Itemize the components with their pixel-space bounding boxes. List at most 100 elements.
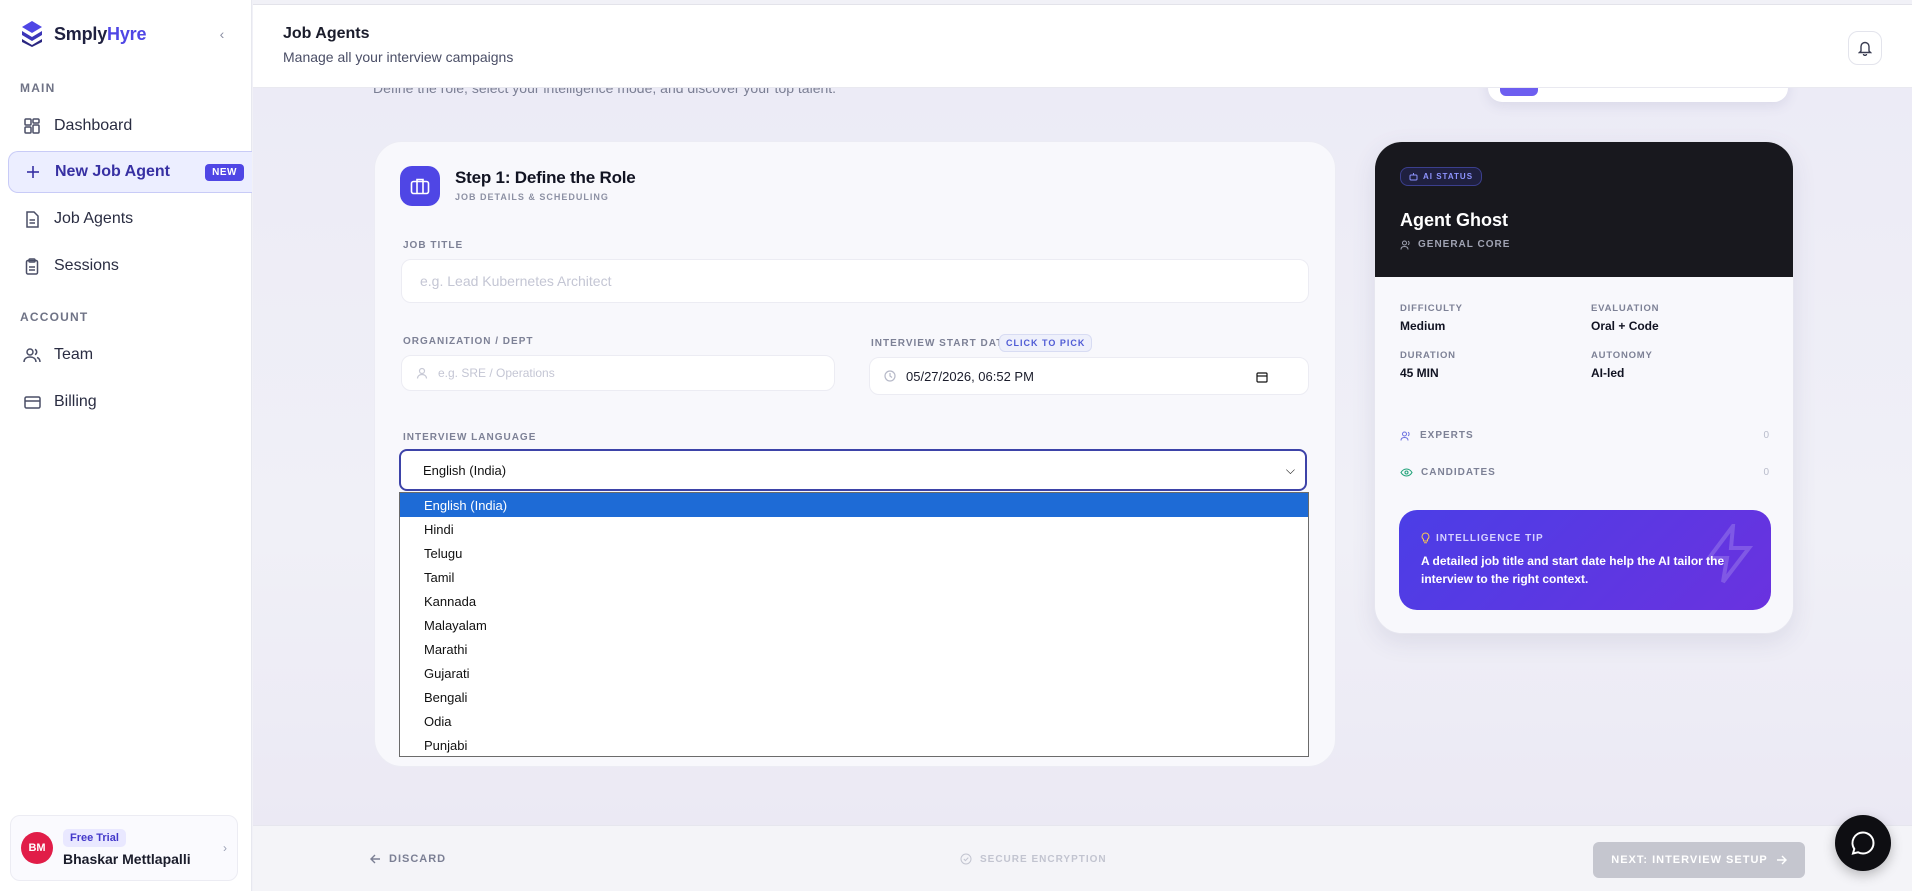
discard-label: DISCARD	[389, 853, 447, 865]
org-label: ORGANIZATION / DEPT	[403, 336, 534, 347]
notifications-button[interactable]	[1848, 31, 1882, 65]
experts-row: EXPERTS 0	[1400, 430, 1770, 441]
sidebar-item-billing[interactable]: Billing	[8, 381, 252, 423]
chat-button[interactable]	[1835, 815, 1891, 871]
user-profile-card[interactable]: BM Free Trial Bhaskar Mettlapalli ›	[10, 815, 238, 881]
language-option[interactable]: Bengali	[400, 685, 1308, 709]
agent-core-text: GENERAL CORE	[1418, 239, 1511, 250]
bell-icon	[1858, 41, 1872, 56]
agent-name: Agent Ghost	[1400, 210, 1508, 230]
language-option[interactable]: English (India)	[400, 493, 1308, 517]
start-date-value: 05/27/2026, 06:52 PM	[906, 368, 1034, 384]
document-icon	[22, 209, 42, 229]
ai-status-badge: AI STATUS	[1400, 167, 1483, 186]
collapse-sidebar-icon[interactable]: ‹	[214, 24, 230, 44]
language-option[interactable]: Malayalam	[400, 613, 1308, 637]
sidebar-item-label: Team	[54, 346, 94, 363]
brand-logo-icon	[22, 21, 42, 47]
language-label: INTERVIEW LANGUAGE	[403, 432, 537, 443]
action-footer: DISCARD SECURE ENCRYPTION NEXT: INTERVIE…	[253, 825, 1912, 891]
experts-count: 0	[1763, 430, 1770, 441]
duration-label: DURATION	[1400, 350, 1456, 361]
sidebar-item-label: Dashboard	[54, 117, 133, 134]
language-option[interactable]: Punjabi	[400, 733, 1308, 757]
sidebar-item-label: Job Agents	[54, 210, 134, 227]
next-label: NEXT: INTERVIEW SETUP	[1611, 854, 1768, 866]
step-subtitle: JOB DETAILS & SCHEDULING	[455, 192, 609, 202]
language-option[interactable]: Marathi	[400, 637, 1308, 661]
shield-check-icon	[960, 853, 972, 865]
language-selected-value: English (India)	[423, 462, 507, 478]
bot-icon	[1409, 172, 1418, 180]
user-icon	[416, 367, 428, 379]
org-placeholder: e.g. SRE / Operations	[438, 366, 555, 380]
brand-name: SmplyHyre	[54, 23, 147, 44]
new-badge: NEW	[205, 163, 244, 181]
tip-label: INTELLIGENCE TIP	[1421, 532, 1544, 544]
sidebar-item-label: New Job Agent	[55, 163, 170, 180]
credit-card-icon	[22, 392, 42, 412]
sidebar-item-new-job-agent[interactable]: New Job Agent NEW	[8, 151, 252, 193]
autonomy-label: AUTONOMY	[1591, 350, 1653, 361]
sidebar-item-label: Sessions	[54, 257, 119, 274]
sidebar-item-job-agents[interactable]: Job Agents	[8, 198, 252, 240]
avatar: BM	[21, 832, 53, 864]
start-date-label: INTERVIEW START DATE	[871, 338, 1011, 349]
autonomy-value: AI-led	[1591, 366, 1625, 380]
experts-icon	[1400, 431, 1410, 441]
sidebar-item-label: Billing	[54, 393, 97, 410]
brand[interactable]: SmplyHyre	[20, 20, 146, 48]
calendar-icon[interactable]	[1256, 371, 1268, 383]
language-option[interactable]: Tamil	[400, 565, 1308, 589]
experts-label: EXPERTS	[1420, 430, 1474, 441]
job-title-placeholder: e.g. Lead Kubernetes Architect	[420, 273, 612, 289]
language-option[interactable]: Gujarati	[400, 661, 1308, 685]
sidebar: SmplyHyre ‹ MAIN Dashboard New Job Agent…	[0, 0, 252, 891]
job-title-label: JOB TITLE	[403, 240, 464, 251]
evaluation-label: EVALUATION	[1591, 303, 1660, 314]
job-title-input[interactable]: e.g. Lead Kubernetes Architect	[401, 259, 1309, 303]
difficulty-value: Medium	[1400, 319, 1446, 333]
step-title: Step 1: Define the Role	[455, 168, 636, 187]
language-option[interactable]: Odia	[400, 709, 1308, 733]
users-icon	[22, 345, 42, 365]
arrow-right-icon	[1776, 855, 1787, 865]
chevron-down-icon: ⌵	[1285, 463, 1295, 477]
sidebar-item-sessions[interactable]: Sessions	[8, 245, 252, 287]
candidates-label: CANDIDATES	[1421, 467, 1496, 478]
eye-icon	[1400, 468, 1413, 477]
click-to-pick-badge[interactable]: CLICK TO PICK	[999, 334, 1093, 352]
chevron-right-icon: ›	[223, 841, 227, 855]
page-title: Job Agents	[283, 25, 370, 42]
agent-core: GENERAL CORE	[1400, 239, 1510, 250]
arrow-left-icon	[370, 854, 380, 864]
page-subtitle: Manage all your interview campaigns	[283, 49, 514, 65]
ai-status-text: AI STATUS	[1423, 172, 1474, 181]
secure-label: SECURE ENCRYPTION	[980, 853, 1107, 865]
mode-chip	[1500, 88, 1538, 96]
language-option[interactable]: Kannada	[400, 589, 1308, 613]
section-account-label: ACCOUNT	[20, 310, 89, 324]
candidates-count: 0	[1763, 467, 1770, 478]
discard-button[interactable]: DISCARD	[370, 853, 446, 865]
section-main-label: MAIN	[20, 81, 56, 95]
language-option[interactable]: Telugu	[400, 541, 1308, 565]
start-date-input[interactable]: 05/27/2026, 06:52 PM	[869, 357, 1309, 395]
next-interview-setup-button[interactable]: NEXT: INTERVIEW SETUP	[1593, 842, 1805, 878]
evaluation-value: Oral + Code	[1591, 319, 1659, 333]
language-select[interactable]: English (India) ⌵	[399, 449, 1307, 491]
user-name: Bhaskar Mettlapalli	[63, 851, 191, 867]
tip-label-text: INTELLIGENCE TIP	[1436, 532, 1544, 544]
language-option[interactable]: Hindi	[400, 517, 1308, 541]
users-icon	[1400, 240, 1410, 250]
mode-card-partial	[1488, 88, 1788, 102]
duration-value: 45 MIN	[1400, 366, 1439, 380]
sidebar-item-dashboard[interactable]: Dashboard	[8, 105, 252, 147]
sidebar-item-team[interactable]: Team	[8, 334, 252, 376]
dashboard-icon	[22, 116, 42, 136]
agent-summary-card: AI STATUS Agent Ghost GENERAL CORE DIFFI…	[1374, 141, 1794, 634]
page-header: Job Agents Manage all your interview cam…	[253, 4, 1912, 88]
difficulty-label: DIFFICULTY	[1400, 303, 1463, 314]
chat-bubble-icon	[1851, 831, 1875, 855]
org-input[interactable]: e.g. SRE / Operations	[401, 355, 835, 391]
